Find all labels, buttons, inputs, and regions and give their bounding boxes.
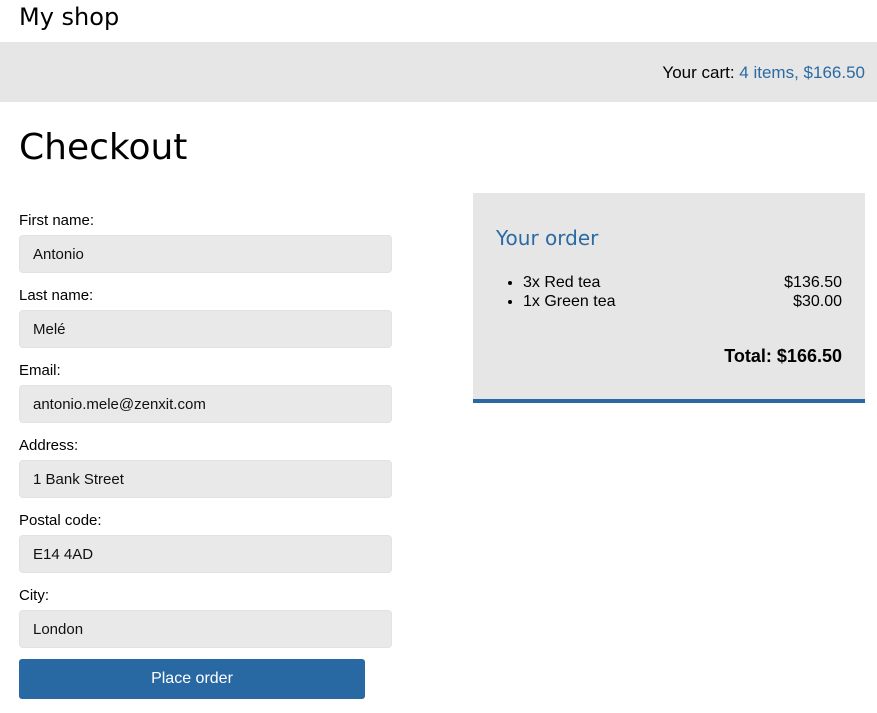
city-label: City: <box>19 587 49 604</box>
site-title: My shop <box>19 3 120 31</box>
order-summary-panel: Your order 3x Red tea $136.50 1x Green t… <box>473 193 865 403</box>
order-item: 3x Red tea $136.50 <box>523 273 842 292</box>
city-input[interactable] <box>19 610 392 648</box>
order-item-name: 1x Green tea <box>523 293 616 310</box>
postal-code-input[interactable] <box>19 535 392 573</box>
email-label: Email: <box>19 362 61 379</box>
order-item: 1x Green tea $30.00 <box>523 292 842 311</box>
checkout-form: First name: Last name: Email: Address: P… <box>19 210 392 699</box>
order-item-price: $136.50 <box>784 274 842 291</box>
address-label: Address: <box>19 437 79 454</box>
first-name-input[interactable] <box>19 235 392 273</box>
order-item-name: 3x Red tea <box>523 274 601 291</box>
last-name-input[interactable] <box>19 310 392 348</box>
order-title: Your order <box>496 226 599 250</box>
cart-bar: Your cart: 4 items, $166.50 <box>0 42 877 102</box>
page-title: Checkout <box>19 127 188 168</box>
order-item-price: $30.00 <box>793 293 842 310</box>
cart-summary: Your cart: 4 items, $166.50 <box>662 63 865 83</box>
cart-label: Your cart: <box>662 63 735 82</box>
order-item-list: 3x Red tea $136.50 1x Green tea $30.00 <box>523 273 842 311</box>
cart-link[interactable]: 4 items, $166.50 <box>739 63 865 82</box>
checkout-page: My shop Your cart: 4 items, $166.50 Chec… <box>0 0 877 713</box>
address-input[interactable] <box>19 460 392 498</box>
last-name-label: Last name: <box>19 287 94 304</box>
first-name-label: First name: <box>19 212 95 229</box>
postal-code-label: Postal code: <box>19 512 102 529</box>
email-input[interactable] <box>19 385 392 423</box>
place-order-button[interactable]: Place order <box>19 659 365 699</box>
order-total: Total: $166.50 <box>724 346 842 366</box>
